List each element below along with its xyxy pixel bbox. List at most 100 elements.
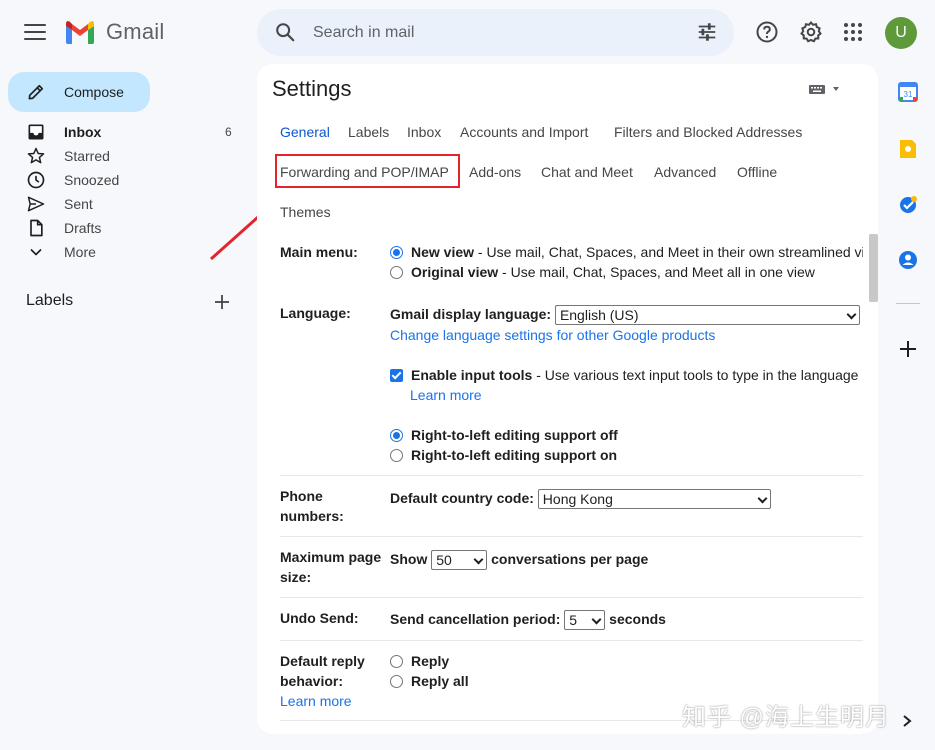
- original-view-option[interactable]: Original view - Use mail, Chat, Spaces, …: [390, 262, 863, 282]
- main-menu-button[interactable]: [24, 21, 46, 43]
- cancel-period-suffix: seconds: [609, 611, 666, 627]
- filter-options-icon[interactable]: [696, 21, 718, 43]
- rtl-off-label: Right-to-left editing support off: [411, 427, 618, 443]
- tab-filters-and-blocked-addresses[interactable]: Filters and Blocked Addresses: [614, 124, 802, 140]
- get-addons-icon[interactable]: [897, 338, 919, 360]
- sidebar-item-starred[interactable]: Starred: [0, 144, 250, 168]
- tab-themes[interactable]: Themes: [280, 204, 331, 220]
- dropdown-arrow-icon: [846, 309, 857, 320]
- learn-more-link[interactable]: Learn more: [280, 693, 352, 709]
- unread-count: 6: [225, 125, 232, 139]
- tab-labels[interactable]: Labels: [348, 124, 389, 140]
- new-view-label: New view: [411, 244, 475, 260]
- tab-chat-and-meet[interactable]: Chat and Meet: [541, 164, 633, 180]
- svg-text:31: 31: [904, 90, 913, 99]
- change-language-link[interactable]: Change language settings for other Googl…: [390, 327, 715, 343]
- gmail-logo[interactable]: Gmail: [64, 19, 164, 45]
- original-view-radio[interactable]: [390, 266, 403, 279]
- sidebar-item-inbox[interactable]: Inbox 6: [0, 120, 250, 144]
- country-code-select[interactable]: Hong Kong: [537, 489, 771, 510]
- rtl-on-radio[interactable]: [390, 449, 403, 462]
- new-view-radio[interactable]: [390, 246, 403, 259]
- search-bar[interactable]: Search in mail: [257, 9, 734, 56]
- reply-radio[interactable]: [390, 655, 403, 668]
- divider: [280, 597, 863, 598]
- add-label-icon[interactable]: [212, 292, 232, 312]
- chevron-down-icon: [30, 248, 42, 256]
- show-label: Show: [390, 551, 428, 567]
- rtl-on-option[interactable]: Right-to-left editing support on: [390, 445, 863, 465]
- reply-all-radio[interactable]: [390, 675, 403, 688]
- display-language-value: English (US): [559, 307, 639, 324]
- reply-option[interactable]: Reply: [390, 651, 863, 671]
- highlight-box: [275, 154, 460, 188]
- cancel-period-select[interactable]: 5: [564, 610, 606, 631]
- contacts-icon[interactable]: [897, 249, 919, 271]
- star-icon: [27, 147, 45, 164]
- input-tools-learn-more-row: Learn more: [410, 385, 878, 405]
- page-size-label-line1: Maximum page: [280, 549, 382, 565]
- divider: [280, 536, 863, 537]
- dropdown-arrow-icon: [591, 614, 602, 625]
- tab-add-ons[interactable]: Add-ons: [469, 164, 521, 180]
- rtl-off-radio[interactable]: [390, 429, 403, 442]
- change-language-link-row: Change language settings for other Googl…: [390, 325, 863, 345]
- page-size-select[interactable]: 50: [431, 550, 488, 571]
- sidebar-item-label: Starred: [64, 148, 110, 164]
- inbox-icon: [28, 124, 44, 140]
- input-tools-checkbox[interactable]: [390, 369, 403, 382]
- scrollbar-thumb[interactable]: [869, 234, 878, 302]
- rtl-off-option[interactable]: Right-to-left editing support off: [390, 425, 863, 445]
- page-size-row: Show 50 conversations per page: [390, 549, 863, 571]
- settings-panel: Settings General Labels Inbox Accounts a…: [257, 64, 878, 734]
- display-language-row: Gmail display language: English (US): [390, 304, 863, 326]
- sidebar-item-label: Drafts: [64, 220, 102, 236]
- avatar[interactable]: U: [885, 17, 917, 49]
- rail-divider: [896, 303, 920, 304]
- dropdown-arrow-icon: [473, 554, 484, 565]
- search-icon[interactable]: [274, 21, 296, 43]
- input-tools-desc: - Use various text input tools to type i…: [532, 367, 859, 383]
- divider: [280, 475, 863, 476]
- expand-panel-icon[interactable]: [901, 714, 913, 728]
- language-label: Language:: [280, 305, 351, 321]
- new-view-option[interactable]: New view - Use mail, Chat, Spaces, and M…: [390, 242, 863, 262]
- original-view-label: Original view: [411, 264, 499, 280]
- dropdown-arrow-icon: [757, 493, 768, 504]
- display-language-select[interactable]: English (US): [554, 305, 860, 326]
- learn-more-link[interactable]: Learn more: [410, 387, 482, 403]
- phone-label-line1: Phone: [280, 488, 323, 504]
- help-icon[interactable]: [755, 20, 779, 44]
- calendar-icon[interactable]: 31: [897, 81, 919, 103]
- reply-all-option[interactable]: Reply all: [390, 671, 863, 691]
- apps-grid-icon[interactable]: [841, 20, 865, 44]
- undo-send-row: Send cancellation period: 5 seconds: [390, 609, 863, 631]
- tab-inbox[interactable]: Inbox: [407, 124, 441, 140]
- rtl-on-label: Right-to-left editing support on: [411, 447, 618, 463]
- keep-icon[interactable]: [897, 138, 919, 160]
- search-input[interactable]: Search in mail: [313, 24, 414, 42]
- phone-label-line2: numbers:: [280, 508, 344, 524]
- sidebar-item-label: More: [64, 244, 96, 260]
- app-name: Gmail: [106, 19, 165, 44]
- page-size-suffix: conversations per page: [491, 551, 649, 567]
- country-code-row: Default country code: Hong Kong: [390, 488, 863, 510]
- tasks-icon[interactable]: [897, 194, 919, 216]
- tab-general[interactable]: General: [280, 124, 330, 140]
- draft-icon: [30, 219, 43, 237]
- new-view-desc: - Use mail, Chat, Spaces, and Meet in th…: [474, 244, 863, 260]
- gear-icon[interactable]: [799, 20, 823, 44]
- keyboard-input-icon[interactable]: [808, 82, 844, 96]
- tab-advanced[interactable]: Advanced: [654, 164, 716, 180]
- compose-button[interactable]: Compose: [8, 72, 150, 112]
- page-size-label: Maximum page size:: [280, 547, 381, 587]
- tab-offline[interactable]: Offline: [737, 164, 777, 180]
- tab-accounts-and-import[interactable]: Accounts and Import: [460, 124, 588, 140]
- page-size-label-line2: size:: [280, 569, 312, 585]
- reply-learn-more-row: Learn more: [280, 691, 352, 711]
- labels-heading: Labels: [26, 292, 74, 309]
- cancel-period-value: 5: [569, 612, 578, 629]
- input-tools-option[interactable]: Enable input tools - Use various text in…: [390, 365, 863, 385]
- sidebar-item-label: Sent: [64, 196, 93, 212]
- send-icon: [27, 196, 45, 212]
